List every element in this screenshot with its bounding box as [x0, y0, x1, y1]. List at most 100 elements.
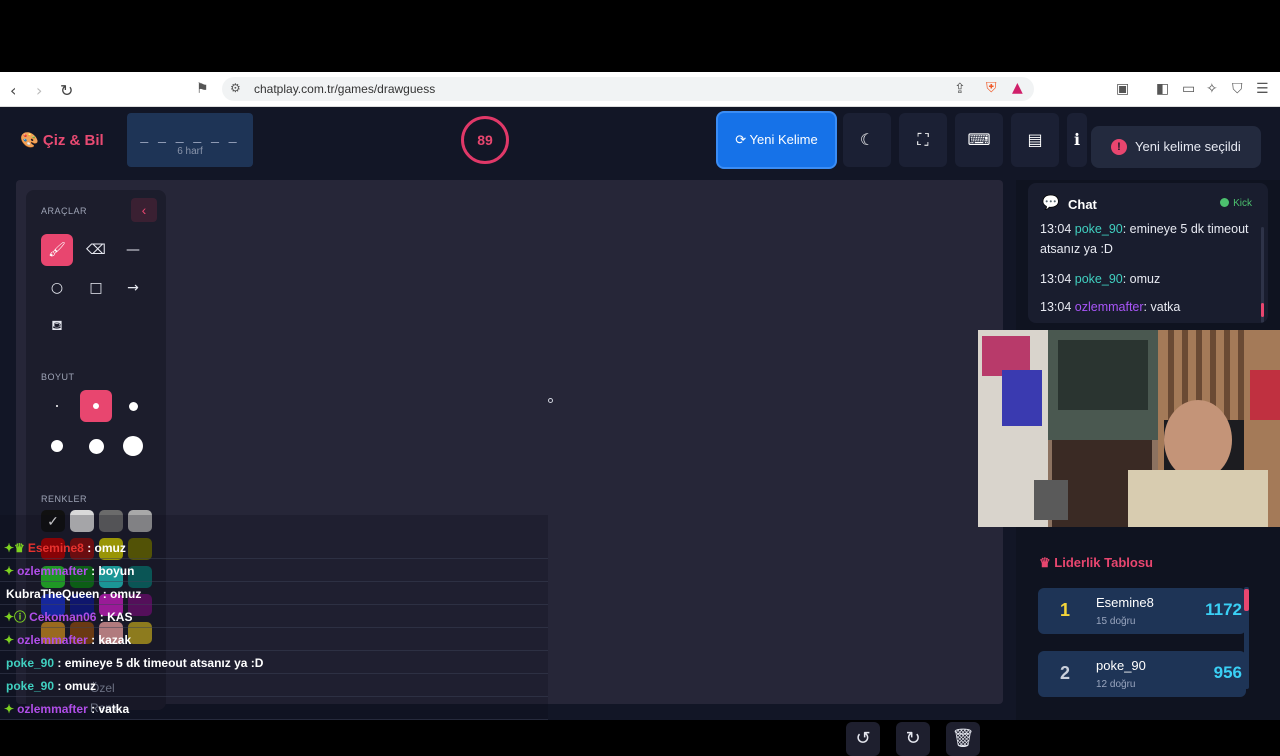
chat-text: : vatka [1143, 300, 1181, 314]
size-heading: BOYUT [41, 372, 75, 382]
logo[interactable]: 🎨 Çiz & Bil [20, 131, 104, 149]
fullscreen-button[interactable]: ⛶ [899, 113, 947, 167]
chat-message: 13:04 ozlemmafter: vatka [1040, 297, 1250, 317]
eraser-tool[interactable]: ⌫ [80, 234, 112, 266]
sidebar-icon[interactable]: ◧ [1156, 81, 1169, 97]
chevron-left-icon: ‹ [141, 202, 147, 218]
logo-text: Çiz & Bil [42, 132, 104, 149]
vpn-icon[interactable]: ⛉ [1232, 81, 1243, 97]
size-3-button[interactable] [117, 390, 149, 422]
overlay-chat-text: kazak [98, 633, 132, 647]
chat-bubbles-icon: 💬 [1042, 195, 1060, 211]
brush-tool[interactable]: 🖌 [41, 234, 73, 266]
chat-message: 13:04 poke_90: emineye 5 dk timeout atsa… [1040, 219, 1250, 259]
dark-mode-button[interactable]: ☾ [843, 113, 891, 167]
reload-icon[interactable]: ↻ [60, 81, 73, 100]
clear-button[interactable]: 🗑 [946, 722, 980, 756]
browser-toolbar: ‹ › ↻ ⚑ ⚙ chatplay.com.tr/games/drawgues… [0, 72, 1280, 107]
back-icon[interactable]: ‹ [10, 81, 16, 100]
leaderboard-correct: 12 doğru [1096, 679, 1136, 690]
alert-icon: ! [1111, 139, 1127, 155]
game-app: 🎨 Çiz & Bil _ _ _ _ _ _ 6 harf 89 ⟳ Yeni… [0, 107, 1280, 756]
overlay-chat-sep: : [54, 679, 65, 693]
overlay-chat-sep: : [54, 656, 65, 670]
info-badge-icon: ✦ⓘ [4, 610, 27, 624]
game-header: 🎨 Çiz & Bil _ _ _ _ _ _ 6 harf 89 ⟳ Yeni… [0, 107, 1280, 173]
wallet-icon[interactable]: ▭ [1182, 81, 1195, 97]
menu-icon[interactable]: ☰ [1256, 81, 1269, 97]
moon-icon: ☾ [859, 130, 875, 149]
size-2-button[interactable] [80, 390, 112, 422]
leaderboard-scroll-thumb[interactable] [1244, 589, 1249, 611]
info-icon: ℹ [1073, 130, 1081, 149]
size-5-button[interactable] [80, 430, 112, 462]
brave-rewards-icon[interactable]: ▲ [1012, 80, 1023, 96]
site-settings-icon[interactable]: ⚙ [230, 81, 241, 95]
crown-icon: ♛ [1039, 555, 1051, 570]
size-4-button[interactable] [41, 430, 73, 462]
collapse-panel-button[interactable]: ‹ [131, 198, 157, 222]
line-tool[interactable]: — [117, 234, 149, 266]
leaderboard-name: poke_90 [1096, 658, 1146, 673]
chat-panel: 💬 Chat Kick 13:04 poke_90: emineye 5 dk … [1028, 183, 1268, 323]
archive-button[interactable]: ▤ [1011, 113, 1059, 167]
overlay-chat-text: omuz [110, 587, 142, 601]
overlay-chat-user: ozlemmafter [17, 633, 88, 647]
eraser-icon: ⌫ [86, 242, 106, 258]
undo-button[interactable]: ↺ [846, 722, 880, 756]
address-bar[interactable]: ⚙ chatplay.com.tr/games/drawguess ⇪ ⛨ ▲ [222, 77, 1034, 101]
video-letterbox-top [0, 0, 1280, 72]
notification-toast: ! Yeni kelime seçildi [1091, 126, 1261, 168]
overlay-chat-user: Cekoman06 [29, 610, 97, 624]
size-6-button[interactable] [117, 430, 149, 462]
overlay-chat-user: poke_90 [6, 679, 55, 693]
diamond-badge-icon: ✦ [4, 633, 15, 647]
streamer-webcam [978, 330, 1280, 527]
overlay-chat-user: KubraTheQueen [6, 587, 100, 601]
share-icon[interactable]: ⇪ [954, 81, 966, 97]
chat-scrollbar[interactable] [1261, 227, 1264, 323]
leaderboard-scrollbar[interactable] [1244, 587, 1249, 689]
chat-user[interactable]: ozlemmafter [1075, 300, 1144, 314]
reader-icon[interactable]: ▣ [1116, 81, 1129, 97]
brave-shield-icon[interactable]: ⛨ [986, 80, 997, 96]
fill-tool[interactable]: ⛾ [41, 310, 73, 342]
overlay-chat-row: ✦ ozlemmafter : kazak [0, 629, 548, 651]
info-button[interactable]: ℹ [1067, 113, 1087, 167]
new-word-button[interactable]: ⟳ Yeni Kelime [716, 111, 837, 169]
overlay-chat-row: ✦ ozlemmafter : boyun [0, 560, 548, 582]
size-1-button[interactable] [41, 390, 73, 422]
leaderboard-rank: 2 [1060, 663, 1071, 683]
overlay-chat-user: poke_90 [6, 656, 55, 670]
overlay-chat-sep: : [99, 587, 111, 601]
chat-time: 13:04 [1040, 222, 1075, 236]
leaderboard-title: ♛ Liderlik Tablosu [1039, 555, 1153, 571]
leaderboard-row: 1 Esemine8 15 doğru 1172 [1038, 588, 1246, 634]
chat-user[interactable]: poke_90 [1075, 222, 1123, 236]
chat-scroll-thumb[interactable] [1261, 303, 1264, 317]
overlay-chat-row: poke_90 : emineye 5 dk timeout atsanız y… [0, 652, 548, 674]
overlay-chat-user: ozlemmafter [17, 702, 88, 716]
bookmark-icon[interactable]: ⚑ [196, 81, 209, 97]
diamond-badge-icon: ✦ [4, 702, 15, 716]
leaderboard-correct: 15 doğru [1096, 616, 1136, 627]
overlay-chat-sep: : [87, 702, 99, 716]
keyboard-button[interactable]: ⌨ [955, 113, 1003, 167]
online-dot-icon [1220, 198, 1230, 207]
arrow-tool[interactable]: → [117, 272, 149, 304]
refresh-icon: ⟳ [735, 132, 747, 147]
leaderboard-name: Esemine8 [1096, 595, 1154, 610]
expand-icon: ⛶ [917, 130, 929, 149]
redo-button[interactable]: ↻ [896, 722, 930, 756]
overlay-chat-text: omuz [94, 541, 126, 555]
overlay-chat-row: ✦ⓘ Cekoman06 : KAS [0, 606, 548, 628]
word-hint: _ _ _ _ _ _ 6 harf [127, 113, 253, 167]
rectangle-tool[interactable]: □ [80, 272, 112, 304]
brush-cursor [548, 398, 553, 403]
line-icon: — [126, 242, 140, 258]
circle-tool[interactable]: ○ [41, 272, 73, 304]
forward-icon[interactable]: › [36, 81, 42, 100]
word-mask: _ _ _ _ _ _ [140, 127, 240, 143]
leo-ai-icon[interactable]: ✧ [1206, 81, 1218, 97]
chat-user[interactable]: poke_90 [1075, 272, 1123, 286]
